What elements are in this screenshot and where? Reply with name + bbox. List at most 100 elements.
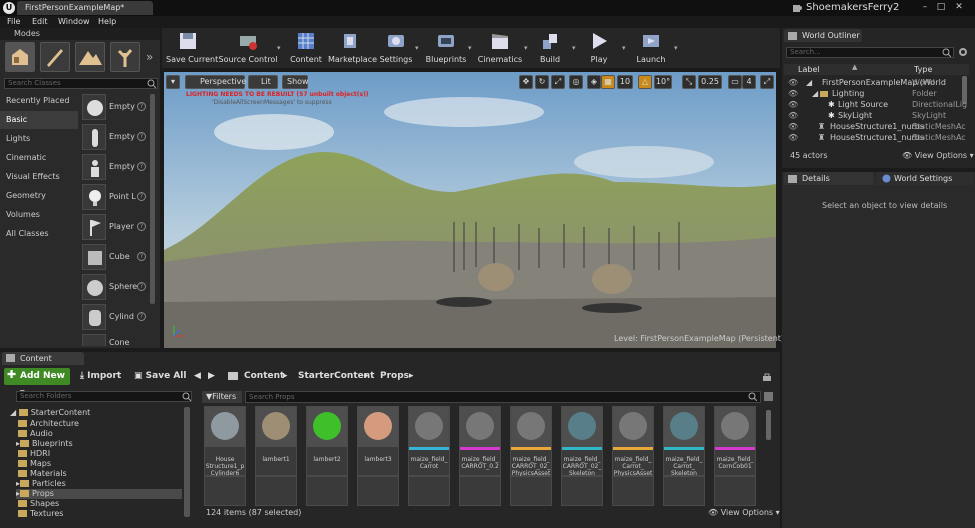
folder-tree-scrollbar[interactable]: [184, 407, 190, 517]
asset-tile[interactable]: maize_field_ Carrot: [408, 406, 450, 476]
chevron-right-icon[interactable]: »: [146, 50, 153, 64]
asset-grid-scrollbar[interactable]: [766, 410, 771, 440]
surface-snap-icon[interactable]: ◈: [587, 75, 601, 89]
asset-tile[interactable]: lambert1: [255, 406, 297, 476]
folder-hdri[interactable]: HDRI: [18, 449, 50, 459]
category-volumes[interactable]: Volumes: [0, 206, 78, 224]
help-icon[interactable]: ?: [137, 222, 146, 231]
world-icon[interactable]: ◎: [569, 75, 583, 89]
launch-button[interactable]: Launch: [634, 28, 668, 68]
folder-architecture[interactable]: Architecture: [18, 419, 79, 429]
menu-file[interactable]: File: [7, 16, 20, 28]
marketplace-button[interactable]: Marketplace: [328, 28, 377, 68]
scale-icon[interactable]: ⤢: [551, 75, 565, 89]
asset-item-cylinder[interactable]: Cylind?: [82, 304, 152, 332]
save-all-button[interactable]: ▣ Save All: [134, 369, 186, 384]
asset-tile[interactable]: maize_field_ CornCob01: [714, 406, 756, 476]
content-view-options[interactable]: 👁 View Options ▾: [708, 508, 780, 517]
camera-speed-icon[interactable]: ▭: [728, 75, 742, 89]
document-tab[interactable]: FirstPersonExampleMap*: [17, 1, 153, 15]
asset-tile[interactable]: [306, 476, 348, 506]
breadcrumb-startercontent[interactable]: StarterContent: [298, 369, 374, 384]
asset-tile[interactable]: [561, 476, 603, 506]
search-props-input[interactable]: Search Props: [245, 391, 761, 403]
asset-tile[interactable]: maize_field_ Carrot_ Skeleton: [663, 406, 705, 477]
grid-snap-value[interactable]: 10: [617, 75, 633, 89]
maximize-icon[interactable]: □: [934, 1, 948, 13]
puzzle-icon[interactable]: [792, 3, 802, 13]
lock-icon[interactable]: [763, 373, 771, 381]
save-search-icon[interactable]: [764, 392, 773, 401]
play-button[interactable]: Play: [582, 28, 616, 68]
category-geometry[interactable]: Geometry: [0, 187, 78, 205]
chevron-down-icon[interactable]: ▾: [415, 44, 419, 52]
asset-tile[interactable]: [255, 476, 297, 506]
scale-snap-icon[interactable]: ⤡: [682, 75, 696, 89]
forward-icon[interactable]: ▶: [208, 369, 215, 384]
asset-item-point-light[interactable]: Point L?: [82, 184, 152, 212]
scene-render[interactable]: [164, 72, 776, 348]
search-folders-input[interactable]: Search Folders: [16, 391, 192, 402]
blueprints-button[interactable]: Blueprints: [424, 28, 468, 68]
tab-details[interactable]: Details: [784, 172, 874, 185]
back-icon[interactable]: ◀: [194, 369, 201, 384]
asset-tile[interactable]: maize_field_ CARROT_02_ PhysicsAsset: [510, 406, 552, 477]
eye-icon[interactable]: 👁: [788, 99, 798, 110]
place-mode-icon[interactable]: [5, 42, 35, 72]
folder-audio[interactable]: Audio: [18, 429, 53, 439]
eye-icon[interactable]: 👁: [788, 110, 798, 121]
modes-scrollbar[interactable]: [150, 94, 155, 304]
menu-help[interactable]: Help: [98, 16, 116, 28]
perspective-button[interactable]: Perspective: [185, 75, 246, 89]
landscape-mode-icon[interactable]: [75, 42, 105, 72]
help-icon[interactable]: ?: [137, 312, 146, 321]
chevron-down-icon[interactable]: ▾: [468, 44, 472, 52]
maximize-viewport-icon[interactable]: ⤢: [760, 75, 774, 89]
expand-icon[interactable]: ◢: [806, 77, 812, 88]
chevron-down-icon[interactable]: ▾: [277, 44, 281, 52]
translate-icon[interactable]: ✥: [519, 75, 533, 89]
folder-blueprints[interactable]: ▸ Blueprints: [16, 439, 73, 449]
asset-item-cone[interactable]: Cone: [82, 334, 152, 346]
outliner-row[interactable]: 👁 ✱ SkyLight SkyLight: [784, 110, 969, 121]
eye-icon[interactable]: 👁: [788, 132, 798, 143]
filters-button[interactable]: ▼Filters ▾: [202, 391, 242, 413]
category-all-classes[interactable]: All Classes: [0, 225, 78, 243]
category-recently-placed[interactable]: Recently Placed: [0, 92, 78, 110]
eye-icon[interactable]: 👁: [788, 77, 798, 88]
folder-shapes[interactable]: Shapes: [18, 499, 59, 509]
column-type[interactable]: Type: [914, 64, 933, 75]
save-current-button[interactable]: Save Current: [166, 28, 218, 68]
source-control-button[interactable]: Source Control: [218, 28, 278, 68]
import-button[interactable]: ⤓ Import: [80, 369, 121, 384]
column-label[interactable]: Label: [798, 64, 820, 75]
help-icon[interactable]: ?: [137, 132, 146, 141]
breadcrumb-props[interactable]: Props: [380, 369, 409, 384]
folder-textures[interactable]: Textures: [18, 509, 63, 519]
help-icon[interactable]: ?: [137, 192, 146, 201]
viewport-options-button[interactable]: ▾: [166, 75, 180, 89]
chevron-down-icon[interactable]: ▾: [572, 44, 576, 52]
lit-button[interactable]: Lit: [248, 75, 278, 89]
outliner-view-options[interactable]: 👁 View Options ▾: [902, 151, 974, 160]
folder-props[interactable]: ▸ Props: [16, 489, 182, 499]
folder-maps[interactable]: Maps: [18, 459, 51, 469]
category-lights[interactable]: Lights: [0, 130, 78, 148]
settings-icon[interactable]: [958, 47, 968, 57]
foliage-mode-icon[interactable]: [110, 42, 140, 72]
content-button[interactable]: Content: [286, 28, 326, 68]
outliner-row[interactable]: 👁 ◢ Lighting Folder: [784, 88, 969, 99]
asset-tile[interactable]: [612, 476, 654, 506]
paint-mode-icon[interactable]: [40, 42, 70, 72]
build-button[interactable]: Build: [532, 28, 568, 68]
asset-tile[interactable]: [204, 476, 246, 506]
asset-tile[interactable]: maize_field_ CARROT_0.2: [459, 406, 501, 476]
asset-item-cube[interactable]: Cube?: [82, 244, 152, 272]
asset-tile[interactable]: [408, 476, 450, 506]
asset-item-sphere[interactable]: Sphere?: [82, 274, 152, 302]
outliner-row[interactable]: 👁 ◢ FirstPersonExampleMap (World World: [784, 77, 969, 88]
help-icon[interactable]: ?: [137, 162, 146, 171]
chevron-down-icon[interactable]: ▾: [622, 44, 626, 52]
expand-icon[interactable]: ◢: [812, 88, 818, 99]
cinematics-button[interactable]: Cinematics: [476, 28, 524, 68]
